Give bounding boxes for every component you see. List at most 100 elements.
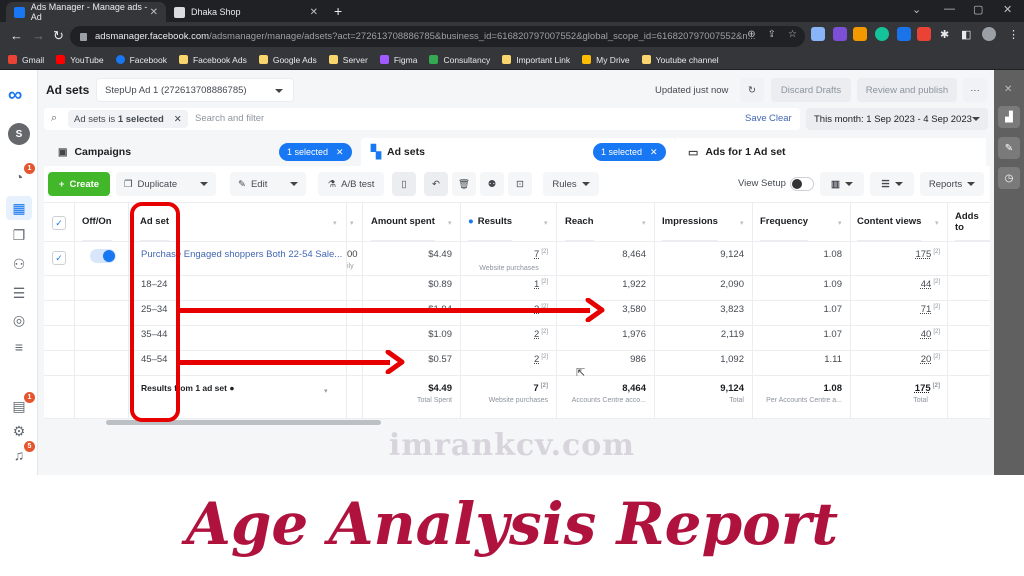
reload-icon[interactable]: ↻	[53, 28, 64, 44]
bookmark-my-drive[interactable]: My Drive	[582, 55, 630, 65]
new-tab-icon[interactable]: +	[334, 3, 342, 19]
billing-icon[interactable]: ☰	[9, 283, 29, 303]
chevron-down-icon[interactable]: ▾	[324, 387, 328, 395]
catalog-icon[interactable]: ◎	[9, 310, 29, 330]
tab-campaigns[interactable]: ▣ Campaigns 1 selected ✕	[44, 138, 359, 166]
business-tool-icon[interactable]: ▤ 1	[9, 392, 35, 416]
cell-results[interactable]: 1 [2]	[468, 279, 548, 290]
cell-results[interactable]: 2[2]	[468, 354, 548, 365]
extension-icon[interactable]	[811, 27, 825, 41]
clipboard-button[interactable]: ▯	[392, 172, 416, 196]
cell-content-views[interactable]: 20 [2]	[858, 354, 940, 365]
browser-tab-ads-manager[interactable]: Ads Manager - Manage ads - Ad ✕	[6, 2, 166, 22]
header-frequency[interactable]: Frequency	[760, 203, 809, 241]
undo-button[interactable]: ↶	[424, 172, 448, 196]
bookmark-consultancy[interactable]: Consultancy	[429, 55, 490, 65]
tab-ads[interactable]: ▭ Ads for 1 Ad set	[676, 138, 986, 166]
preview-button[interactable]: ⊡	[508, 172, 532, 196]
meta-logo-icon[interactable]: ∞	[8, 84, 22, 107]
profile-avatar[interactable]	[982, 27, 996, 41]
window-close-icon[interactable]: ✕	[1003, 3, 1012, 16]
delete-button[interactable]: 🗑	[452, 172, 476, 196]
chart-panel-button[interactable]: ▟	[998, 106, 1020, 128]
cell-content-views[interactable]: 40 [2]	[858, 329, 940, 340]
back-icon[interactable]: ←	[10, 28, 23, 43]
close-tab-icon[interactable]: ✕	[310, 7, 318, 18]
bookmark-star-icon[interactable]: ☆	[788, 29, 797, 40]
cell-content-views[interactable]: 71 [2]	[858, 304, 940, 315]
search-input[interactable]: Search and filter	[195, 113, 264, 124]
pages-icon[interactable]: ❐	[9, 225, 29, 245]
ab-test-button[interactable]: ⚗ A/B test	[318, 172, 384, 196]
all-tools-menu-icon[interactable]: ≡	[9, 337, 29, 357]
notifications-nav-icon[interactable]: ◔ 1	[9, 163, 35, 187]
duplicate-dropdown[interactable]	[192, 172, 216, 196]
audience-button[interactable]: ⚉	[480, 172, 504, 196]
ad-account-select[interactable]: StepUp Ad 1 (272613708886785)	[96, 78, 294, 102]
rules-button[interactable]: Rules	[543, 172, 599, 196]
maximize-icon[interactable]: ▢	[973, 3, 983, 16]
reports-button[interactable]: Reports	[920, 172, 984, 196]
row-checkbox[interactable]: ✓	[52, 251, 66, 265]
audiences-icon[interactable]: ⚇	[9, 254, 29, 274]
discard-drafts-button[interactable]: Discard Drafts	[771, 78, 851, 102]
breakdown-button[interactable]: ☰	[870, 172, 914, 196]
bookmark-google-ads[interactable]: Google Ads	[258, 55, 317, 65]
search-filter-bar[interactable]: ⌕ Ad sets is 1 selected ✕ Search and fil…	[44, 108, 800, 130]
edit-panel-button[interactable]: ✎	[998, 137, 1020, 159]
grammarly-icon[interactable]	[875, 27, 889, 41]
header-amount-spent[interactable]: Amount spent	[371, 203, 435, 241]
review-publish-button[interactable]: Review and publish	[857, 78, 957, 102]
remove-filter-icon[interactable]: ✕	[174, 114, 182, 125]
campaigns-selected-pill[interactable]: 1 selected ✕	[279, 143, 352, 161]
close-tab-icon[interactable]: ✕	[150, 7, 158, 18]
refresh-button[interactable]: ↻	[740, 78, 764, 102]
cell-content-views[interactable]: 175 [2]	[858, 249, 940, 260]
bookmark-facebook[interactable]: Facebook	[115, 55, 167, 65]
extension-icon[interactable]	[917, 27, 931, 41]
close-panel-icon[interactable]: ✕	[1004, 84, 1012, 95]
select-all-checkbox[interactable]: ✓	[52, 216, 66, 230]
edit-dropdown[interactable]	[282, 172, 306, 196]
address-bar[interactable]: adsmanager.facebook.com /adsmanager/mana…	[70, 26, 805, 47]
bookmark-youtube[interactable]: YouTube	[56, 55, 104, 65]
ad-set-toggle[interactable]	[90, 249, 116, 263]
filter-chip[interactable]: Ad sets is 1 selected ✕	[68, 110, 188, 128]
cell-results[interactable]: 7 [2]	[468, 249, 548, 260]
more-options-button[interactable]: ···	[963, 78, 987, 102]
extension-icon[interactable]	[833, 27, 847, 41]
tab-ad-sets[interactable]: ▚ Ad sets 1 selected ✕	[361, 138, 676, 166]
forward-icon[interactable]: →	[32, 28, 45, 43]
browser-tab-dhaka-shop[interactable]: Dhaka Shop ✕	[166, 2, 326, 22]
bookmark-facebook-ads[interactable]: Facebook Ads	[178, 55, 247, 65]
header-results[interactable]: ● Results	[468, 203, 513, 241]
header-reach[interactable]: Reach	[565, 203, 594, 241]
bookmark-gmail[interactable]: Gmail	[8, 55, 44, 65]
header-off-on[interactable]: Off/On	[82, 203, 112, 241]
save-filter-link[interactable]: Save	[745, 113, 767, 124]
extensions-puzzle-icon[interactable]: ✱	[940, 28, 949, 41]
clear-filter-link[interactable]: Clear	[769, 113, 792, 124]
extension-icon[interactable]	[897, 27, 911, 41]
extension-icon[interactable]	[853, 27, 867, 41]
account-avatar[interactable]: S	[8, 123, 30, 145]
install-icon[interactable]: ⊕	[747, 29, 755, 40]
header-impressions[interactable]: Impressions	[662, 203, 718, 241]
share-icon[interactable]: ⇪	[768, 29, 776, 40]
header-content-views[interactable]: Content views	[857, 203, 922, 241]
cell-results[interactable]: 2[2]	[468, 329, 548, 340]
create-button[interactable]: + Create	[48, 172, 110, 196]
bookmark-figma[interactable]: Figma	[379, 55, 417, 65]
chrome-menu-icon[interactable]: ⋮	[1008, 28, 1019, 41]
header-adds-to[interactable]: Adds to	[955, 203, 990, 241]
ads-manager-table-icon[interactable]: ▦	[6, 196, 32, 220]
bookmark-important-link[interactable]: Important Link	[502, 55, 570, 65]
cell-content-views[interactable]: 44 [2]	[858, 279, 940, 290]
tab-search-icon[interactable]: ⌄	[912, 3, 921, 16]
minimize-icon[interactable]: —	[944, 3, 955, 15]
history-panel-button[interactable]: ◷	[998, 167, 1020, 189]
bookmark-youtube-channel[interactable]: Youtube channel	[641, 55, 719, 65]
date-range-picker[interactable]: This month: 1 Sep 2023 - 4 Sep 2023	[806, 108, 988, 130]
adsets-selected-pill[interactable]: 1 selected ✕	[593, 143, 666, 161]
side-panel-icon[interactable]: ◧	[961, 28, 971, 41]
